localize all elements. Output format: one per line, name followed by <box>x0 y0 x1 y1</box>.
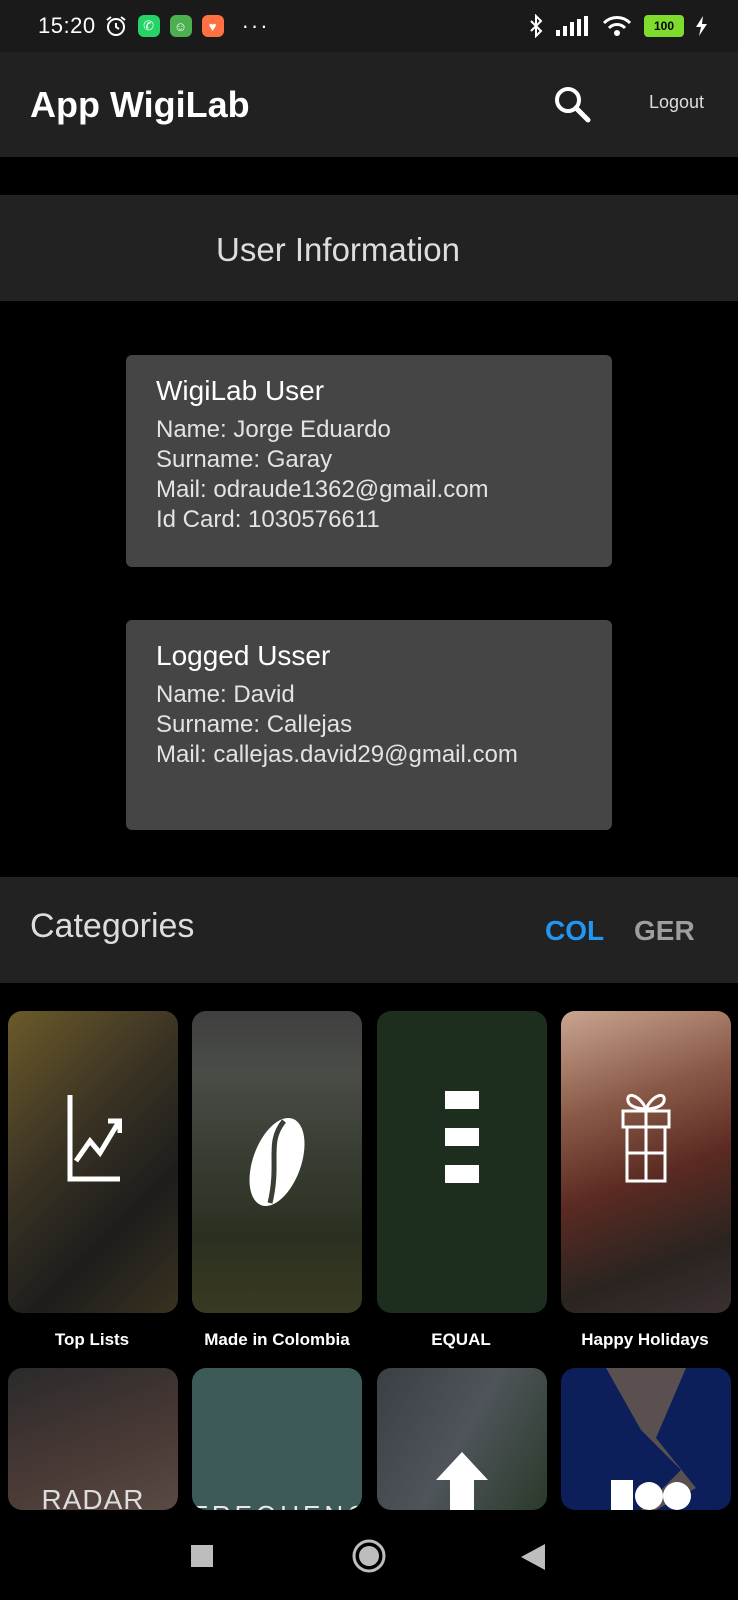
category-tile-3[interactable] <box>377 1368 547 1510</box>
app-bar: App WigiLab Logout <box>0 52 738 157</box>
card-name: Name: Jorge Eduardo <box>156 416 391 443</box>
card-mail: Mail: callejas.david29@gmail.com <box>156 741 518 768</box>
category-tile-made-in-colombia[interactable] <box>192 1011 362 1313</box>
card-details: Name: David Surname: Callejas Mail: call… <box>156 680 518 770</box>
card-title: WigiLab User <box>156 375 325 406</box>
category-tile-happy-holidays[interactable] <box>561 1011 731 1313</box>
card-surname: Surname: Callejas <box>156 711 353 738</box>
battery-icon: 100 <box>644 15 684 37</box>
tile-text: FREQUENCY <box>192 1500 362 1510</box>
card-surname: Surname: Garay <box>156 446 333 473</box>
navigation-bar <box>0 1510 738 1600</box>
category-label: Top Lists <box>54 1330 130 1349</box>
user-information-title: User Information <box>216 231 460 268</box>
bluetooth-icon <box>530 14 543 38</box>
tile-graphic-icon <box>606 1368 696 1510</box>
wifi-icon <box>602 16 632 36</box>
category-tile-4[interactable] <box>561 1368 731 1510</box>
search-icon[interactable] <box>552 84 592 124</box>
alarm-icon <box>105 16 126 36</box>
language-ger-button[interactable]: GER <box>634 915 695 947</box>
recent-apps-button[interactable] <box>191 1545 213 1567</box>
category-label: EQUAL <box>431 1330 491 1349</box>
logout-button[interactable]: Logout <box>649 92 704 113</box>
categories-title: Categories <box>30 907 195 945</box>
app-title: App WigiLab <box>30 84 250 125</box>
app-notification-icon: ☺ <box>169 15 192 37</box>
card-details: Name: Jorge Eduardo Surname: Garay Mail:… <box>156 415 489 535</box>
heart-app-icon: ♥ <box>201 15 224 37</box>
more-notifications-icon: ··· <box>241 13 270 38</box>
status-time: 15:20 <box>38 13 96 38</box>
status-bar: 15:20 ✆ ☺ ♥ ··· 100 <box>0 0 738 52</box>
user-information-header: User Information <box>0 195 738 301</box>
logged-user-card: Logged Usser Name: David Surname: Callej… <box>126 620 612 830</box>
tile-text: RADAR <box>41 1484 145 1510</box>
home-button[interactable] <box>352 1539 386 1573</box>
signal-icon <box>556 16 588 36</box>
status-right: 100 <box>528 0 708 52</box>
card-id: Id Card: 1030576611 <box>156 506 380 533</box>
language-col-button[interactable]: COL <box>545 915 604 947</box>
whatsapp-icon: ✆ <box>137 15 160 37</box>
coffee-bean-icon <box>249 1118 305 1206</box>
category-tile-radar[interactable]: RADAR <box>8 1368 178 1510</box>
category-tile-equal[interactable] <box>377 1011 547 1313</box>
notification-icons: ✆ ☺ ♥ ··· <box>104 13 270 39</box>
gift-icon <box>621 1093 671 1183</box>
card-name: Name: David <box>156 681 295 708</box>
back-button[interactable] <box>521 1544 545 1570</box>
category-tile-frequency[interactable]: FREQUENCY <box>192 1368 362 1510</box>
equal-bars-icon <box>445 1091 479 1183</box>
chart-trend-icon <box>67 1095 122 1182</box>
arrow-up-icon <box>436 1452 488 1510</box>
card-title: Logged Usser <box>156 640 331 671</box>
charging-icon <box>696 16 707 36</box>
category-label: Happy Holidays <box>581 1330 709 1349</box>
card-mail: Mail: odraude1362@gmail.com <box>156 476 489 503</box>
category-label: Made in Colombia <box>204 1330 350 1349</box>
categories-header: Categories COL GER <box>0 877 738 983</box>
wigilab-user-card: WigiLab User Name: Jorge Eduardo Surname… <box>126 355 612 567</box>
category-tile-top-lists[interactable] <box>8 1011 178 1313</box>
